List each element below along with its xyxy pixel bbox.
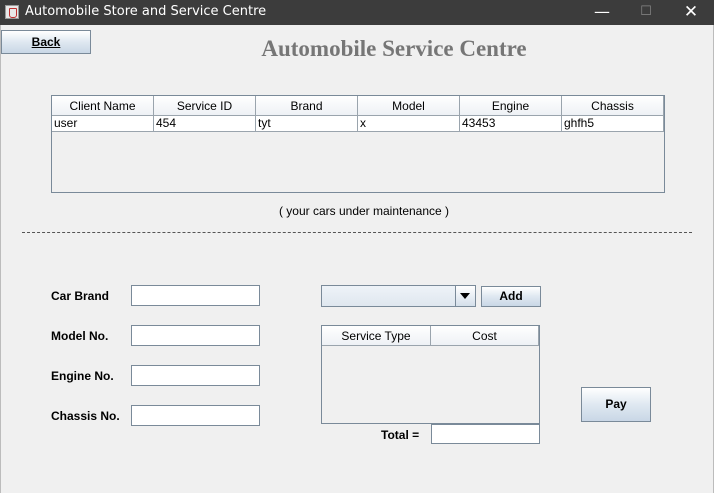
java-app-icon	[5, 5, 19, 19]
section-divider	[22, 232, 692, 233]
car-brand-field[interactable]	[131, 285, 260, 306]
model-no-label: Model No.	[51, 329, 109, 343]
model-no-field[interactable]	[131, 325, 260, 346]
service-type-dropdown[interactable]	[321, 285, 476, 307]
column-header-brand[interactable]: Brand	[256, 96, 358, 116]
column-header-engine[interactable]: Engine	[460, 96, 562, 116]
engine-no-field[interactable]	[131, 365, 260, 386]
pay-button[interactable]: Pay	[581, 387, 651, 422]
table-row[interactable]: user 454 tyt x 43453 ghfh5	[52, 116, 664, 132]
table-cell[interactable]: ghfh5	[562, 116, 664, 132]
close-icon[interactable]: ✕	[668, 0, 714, 25]
window-titlebar: Automobile Store and Service Centre — ☐ …	[0, 0, 714, 25]
table-cell[interactable]: user	[52, 116, 154, 132]
chassis-no-field[interactable]	[131, 405, 260, 426]
table-cell[interactable]: 43453	[460, 116, 562, 132]
column-header-client-name[interactable]: Client Name	[52, 96, 154, 116]
cars-table-header: Client Name Service ID Brand Model Engin…	[52, 96, 664, 116]
cars-table[interactable]: Client Name Service ID Brand Model Engin…	[51, 95, 665, 193]
window-border-left	[0, 25, 1, 493]
table-cell[interactable]: x	[358, 116, 460, 132]
engine-no-label: Engine No.	[51, 369, 114, 383]
table-cell[interactable]: 454	[154, 116, 256, 132]
maximize-icon[interactable]: ☐	[623, 0, 669, 25]
column-header-service-id[interactable]: Service ID	[154, 96, 256, 116]
cars-table-caption: ( your cars under maintenance )	[278, 204, 450, 218]
column-header-cost[interactable]: Cost	[431, 326, 539, 346]
column-header-model[interactable]: Model	[358, 96, 460, 116]
minimize-icon[interactable]: —	[579, 0, 625, 25]
page-title: Automobile Service Centre	[261, 36, 527, 61]
service-table[interactable]: Service Type Cost	[321, 325, 540, 424]
window-title: Automobile Store and Service Centre	[25, 4, 267, 19]
car-brand-label: Car Brand	[51, 289, 110, 303]
total-field[interactable]	[431, 424, 540, 444]
add-service-button[interactable]: Add	[481, 286, 541, 307]
column-header-service-type[interactable]: Service Type	[322, 326, 431, 346]
chassis-no-label: Chassis No.	[51, 409, 120, 423]
table-cell[interactable]: tyt	[256, 116, 358, 132]
chevron-down-icon[interactable]	[455, 286, 475, 306]
service-table-header: Service Type Cost	[322, 326, 539, 346]
total-label: Total =	[381, 428, 420, 442]
column-header-chassis[interactable]: Chassis	[562, 96, 664, 116]
